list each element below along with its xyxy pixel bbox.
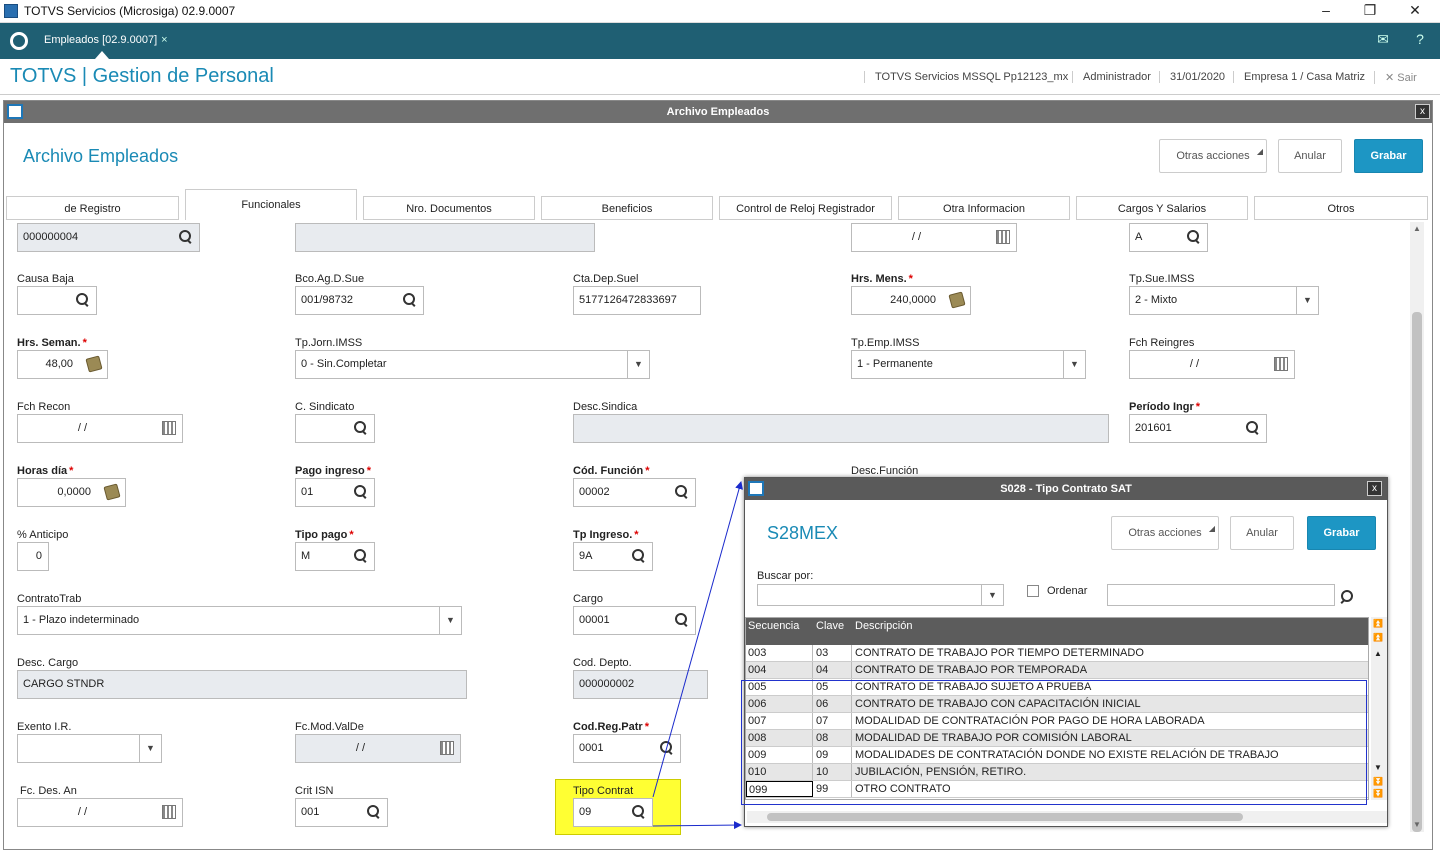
annotation-arrows (652, 481, 743, 830)
